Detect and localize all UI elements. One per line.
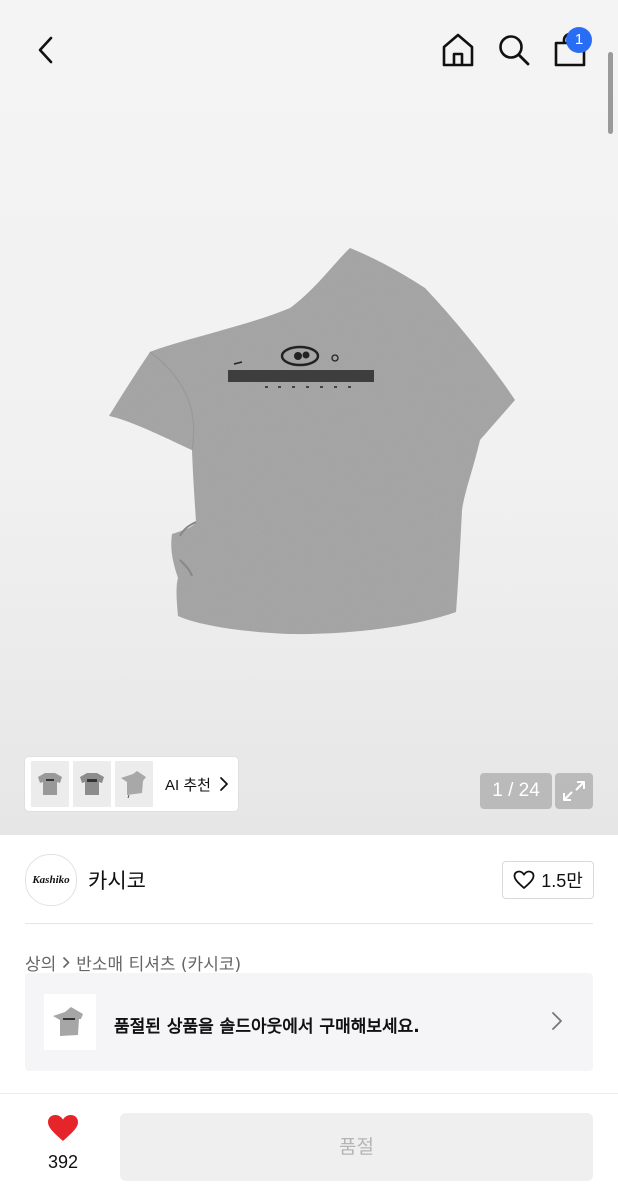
brand-row: Kashiko 카시코 1.5만 — [0, 835, 618, 925]
brand-like-button[interactable]: 1.5만 — [502, 861, 594, 899]
ai-recommendation-label: AI 추천 — [165, 776, 211, 794]
brand-name[interactable]: 카시코 — [88, 865, 146, 895]
brand-like-count: 1.5만 — [541, 871, 583, 891]
soldout-button[interactable]: 품절 — [120, 1113, 593, 1181]
expand-image-button[interactable] — [555, 773, 593, 809]
tshirt-thumb-icon — [53, 1007, 83, 1036]
ai-recommendation-strip[interactable]: AI 추천 — [25, 757, 238, 811]
soldout-product-thumbnail — [44, 994, 96, 1050]
wishlist-count: 392 — [47, 1152, 79, 1172]
expand-icon — [563, 781, 585, 801]
tshirt-thumb-icon — [80, 773, 104, 795]
divider — [25, 923, 593, 924]
heart-outline-icon — [513, 870, 535, 889]
back-button[interactable] — [26, 28, 66, 72]
brand-logo[interactable]: Kashiko — [25, 854, 77, 906]
thumbnail-back[interactable] — [73, 761, 111, 807]
brand-logo-text: Kashiko — [32, 874, 70, 886]
bottom-action-bar: 392 품절 — [0, 1093, 618, 1201]
breadcrumb-subcategory[interactable]: 반소매 티셔츠 (카시코) — [76, 950, 241, 975]
soldout-resale-banner[interactable]: 품절된 상품을 솔드아웃에서 구매해보세요. — [25, 973, 593, 1071]
home-button[interactable] — [436, 28, 480, 72]
image-counter: 1 / 24 — [480, 773, 552, 809]
chevron-right-icon — [62, 956, 70, 969]
cart-count-badge: 1 — [566, 27, 592, 53]
search-button[interactable] — [492, 28, 536, 72]
scrollbar[interactable] — [608, 52, 613, 134]
product-photo-tshirt[interactable] — [100, 240, 520, 640]
breadcrumb-category[interactable]: 상의 — [25, 950, 56, 975]
search-icon — [499, 35, 530, 66]
soldout-banner-text: 품절된 상품을 솔드아웃에서 구매해보세요. — [114, 1017, 420, 1037]
breadcrumb: 상의 반소매 티셔츠 (카시코) — [25, 950, 241, 975]
top-navigation-bar: 1 — [0, 0, 618, 100]
chevron-right-icon — [552, 1012, 562, 1030]
tshirt-thumb-icon — [121, 771, 146, 799]
wishlist-button[interactable]: 392 — [30, 1114, 96, 1178]
product-image-gallery[interactable]: 1 AI 추천 1 / 24 — [0, 0, 618, 835]
thumbnail-side[interactable] — [115, 761, 153, 807]
heart-filled-icon — [48, 1115, 78, 1141]
tshirt-thumb-icon — [38, 773, 62, 795]
thumbnail-front[interactable] — [31, 761, 69, 807]
print-bar — [228, 370, 374, 382]
home-icon — [442, 33, 474, 67]
chevron-right-icon — [220, 777, 228, 791]
back-icon — [38, 36, 53, 64]
